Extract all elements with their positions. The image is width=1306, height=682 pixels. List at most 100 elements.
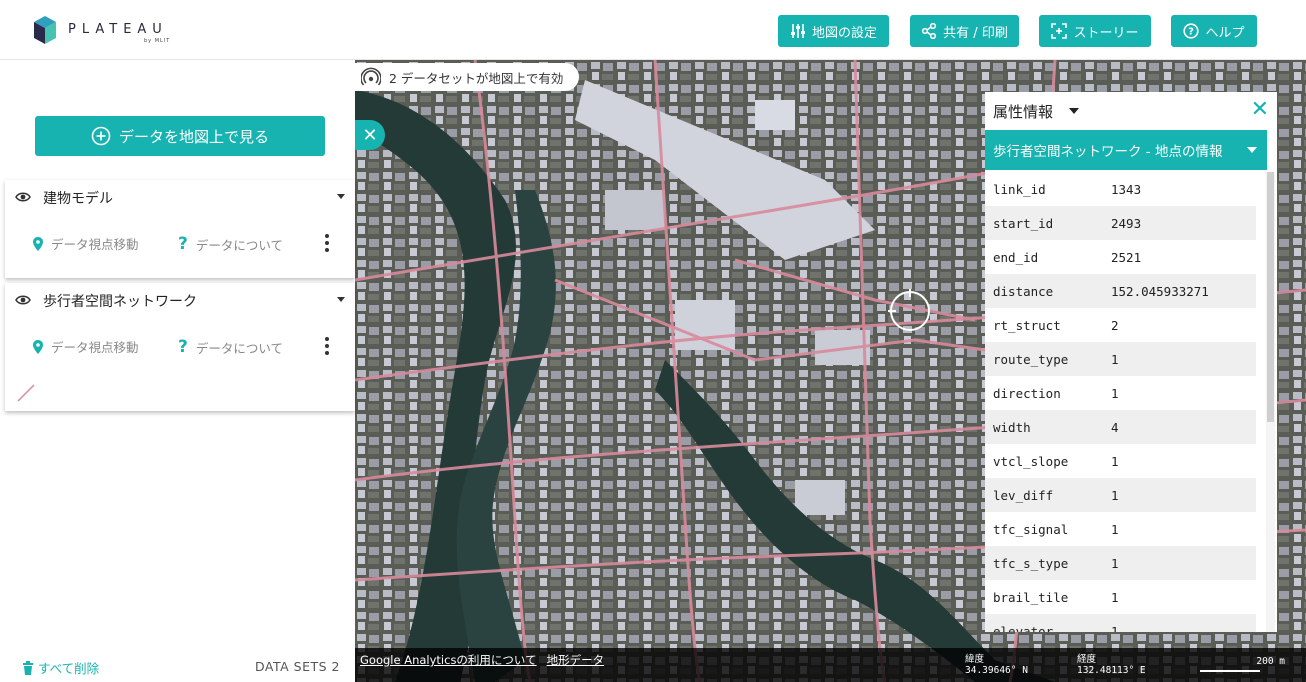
add-data-label: データを地図上で見る [118,127,269,146]
chevron-down-icon[interactable] [337,297,345,302]
about-data-label: データについて [195,237,284,253]
attribute-key: end_id [993,249,1039,265]
eye-icon[interactable] [15,190,31,204]
terrain-data-link[interactable]: 地形データ [547,652,605,668]
about-data-button[interactable]: ? データについて [178,337,283,357]
add-data-button[interactable]: データを地図上で見る [35,116,325,156]
signal-icon [361,67,381,86]
more-vertical-icon[interactable] [325,337,329,355]
crosshair-target-icon [888,289,930,331]
table-row: direction 1 [985,376,1256,410]
table-row: route_type 1 [985,342,1256,376]
delete-all-button[interactable]: すべて削除 [22,658,99,677]
table-row: elevator 1 [985,614,1256,632]
dataset-title: 歩行者空間ネットワーク [43,294,197,310]
longitude-value: 132.48113° E [1077,665,1146,676]
feature-title: 歩行者空間ネットワーク - 地点の情報 [993,144,1223,160]
logo-wordmark: PLATEAU [68,22,168,37]
map-status-bar: Google Analyticsの利用について 地形データ 緯度 34.3964… [355,648,1306,682]
attribute-value: 1 [1111,623,1119,633]
table-row: rt_struct 2 [985,308,1256,342]
scrollbar-thumb[interactable] [1267,172,1274,422]
dataset-card-header[interactable]: 歩行者空間ネットワーク [5,283,355,317]
story-button[interactable]: ストーリー [1039,15,1151,47]
close-icon: ✕ [362,124,378,146]
scale-bar: 200 m [1200,656,1285,672]
attribute-value: 152.045933271 [1111,283,1209,299]
header: PLATEAU by MLIT 地図の設定 共有 / 印刷 ストーリー ? ヘル… [0,0,1306,60]
latitude-readout: 緯度 34.39646° N [965,654,1028,676]
attribute-value: 1 [1111,589,1119,605]
help-button[interactable]: ? ヘルプ [1171,15,1257,47]
dataset-card-pedestrian-network: 歩行者空間ネットワーク データ視点移動 ? データについて [5,283,355,411]
attribute-value: 2493 [1111,215,1142,231]
attribute-value: 1 [1111,521,1119,537]
svg-text:?: ? [1189,27,1195,38]
attribute-key: direction [993,385,1061,401]
longitude-label: 経度 [1077,654,1097,665]
line-legend-icon [17,384,35,402]
table-row: tfc_signal 1 [985,512,1256,546]
question-icon: ? [178,234,188,254]
share-print-label: 共有 / 印刷 [943,25,1008,41]
attribute-panel: 属性情報 ✕ 歩行者空間ネットワーク - 地点の情報 link_id 1343 s… [985,92,1277,632]
active-datasets-indicator[interactable]: 2 データセットが地図上で有効 [355,63,580,91]
attribute-value: 1 [1111,385,1119,401]
dataset-card-header[interactable]: 建物モデル [5,180,355,214]
story-icon [1051,23,1068,39]
table-row: width 4 [985,410,1256,444]
attribute-key: distance [993,283,1054,299]
sliders-icon [790,24,805,38]
eye-icon[interactable] [15,293,31,307]
attribute-value: 2521 [1111,249,1142,265]
share-icon [922,23,937,39]
zoom-to-data-label: データ視点移動 [51,237,139,252]
about-data-button[interactable]: ? データについて [178,234,283,254]
table-row: tfc_s_type 1 [985,546,1256,580]
attribute-key: route_type [993,351,1069,367]
close-icon[interactable]: ✕ [1251,97,1269,122]
plateau-logo[interactable]: PLATEAU by MLIT [34,16,184,50]
analytics-link[interactable]: Google Analyticsの利用について [360,652,537,668]
table-row: link_id 1343 [985,172,1256,206]
attribute-key: width [993,419,1031,435]
map-settings-label: 地図の設定 [811,25,877,41]
table-row: vtcl_slope 1 [985,444,1256,478]
table-row: distance 152.045933271 [985,274,1256,308]
attribute-value: 1 [1111,487,1119,503]
zoom-to-data-button[interactable]: データ視点移動 [33,234,139,253]
attribute-scrollbar[interactable] [1266,172,1275,632]
datasets-count: DATA SETS 2 [254,659,340,674]
zoom-to-data-button[interactable]: データ視点移動 [33,337,139,356]
attribute-value: 2 [1111,317,1119,333]
attribute-table: link_id 1343 start_id 2493 end_id 2521 dist… [985,172,1256,632]
share-print-button[interactable]: 共有 / 印刷 [910,15,1019,47]
dataset-card-building: 建物モデル データ視点移動 ? データについて [5,180,355,278]
zoom-to-data-label: データ視点移動 [51,340,139,355]
app-root: PLATEAU by MLIT 地図の設定 共有 / 印刷 ストーリー ? ヘル… [0,0,1306,682]
attribute-key: link_id [993,181,1046,197]
map-pin-icon [33,339,43,354]
feature-title-bar[interactable]: 歩行者空間ネットワーク - 地点の情報 [985,130,1267,170]
attribute-key: lev_diff [993,487,1054,503]
attribute-key: rt_struct [993,317,1061,333]
table-row: brail_tile 1 [985,580,1256,614]
chevron-down-icon [1247,147,1257,153]
more-vertical-icon[interactable] [325,234,329,252]
scale-bar-line [1200,670,1260,672]
attribute-panel-header: 属性情報 ✕ [985,92,1277,130]
attribute-key: vtcl_slope [993,453,1069,469]
attribute-value: 1 [1111,453,1119,469]
attribute-key: brail_tile [993,589,1069,605]
chevron-down-icon[interactable] [1069,108,1079,114]
latitude-label: 緯度 [965,654,985,665]
close-sidebar-button[interactable]: ✕ [355,120,385,150]
latitude-value: 34.39646° N [965,665,1028,676]
attribute-panel-title[interactable]: 属性情報 [993,101,1053,122]
trash-icon [23,660,33,675]
chevron-down-icon[interactable] [337,194,345,199]
table-row: lev_diff 1 [985,478,1256,512]
plus-circle-icon [91,126,111,146]
active-datasets-label: 2 データセットが地図上で有効 [389,70,564,86]
map-settings-button[interactable]: 地図の設定 [778,15,889,47]
